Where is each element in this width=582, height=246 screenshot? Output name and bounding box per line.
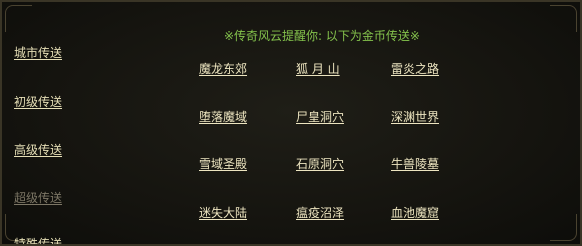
frame-corner-ornament	[550, 5, 577, 32]
destination-link[interactable]: 狐 月 山	[296, 62, 340, 76]
destination-link[interactable]: 石原洞穴	[296, 157, 344, 171]
sidebar-item-special-teleport[interactable]: 特殊传送	[14, 237, 62, 244]
gold-teleport-notice: ※传奇风云提醒你: 以下为金币传送※	[224, 29, 420, 43]
frame-corner-ornament	[550, 214, 577, 241]
sidebar-item-super-teleport[interactable]: 超级传送	[14, 191, 62, 205]
destination-link[interactable]: 牛兽陵墓	[391, 157, 439, 171]
sidebar-item-advanced-teleport[interactable]: 高级传送	[14, 143, 62, 157]
destination-link[interactable]: 尸皇洞穴	[296, 110, 344, 124]
destination-link[interactable]: 雪域圣殿	[199, 157, 247, 171]
destination-link[interactable]: 血池魔窟	[391, 206, 439, 220]
frame-corner-ornament	[5, 5, 32, 32]
teleport-panel: ※传奇风云提醒你: 以下为金币传送※ 城市传送 初级传送 高级传送 超级传送 特…	[0, 0, 582, 246]
destination-link[interactable]: 魔龙东郊	[199, 62, 247, 76]
destination-link[interactable]: 深渊世界	[391, 110, 439, 124]
destination-link[interactable]: 堕落魔域	[199, 110, 247, 124]
sidebar-item-city-teleport[interactable]: 城市传送	[14, 46, 62, 60]
destination-link[interactable]: 雷炎之路	[391, 62, 439, 76]
destination-link[interactable]: 迷失大陆	[199, 206, 247, 220]
sidebar-item-basic-teleport[interactable]: 初级传送	[14, 95, 62, 109]
destination-link[interactable]: 瘟疫沼泽	[296, 206, 344, 220]
